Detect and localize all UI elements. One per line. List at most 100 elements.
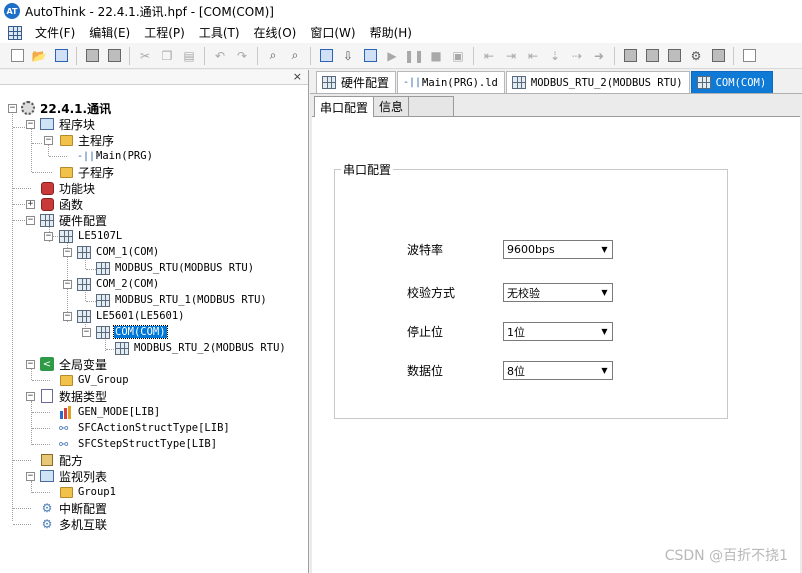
data-bits-select[interactable]: 8位 ▼ bbox=[503, 361, 613, 380]
menu-online[interactable]: 在线(O) bbox=[247, 24, 304, 41]
tree-collapse-toggle[interactable]: − bbox=[44, 232, 53, 241]
breakpoint-icon[interactable]: ⇣ bbox=[546, 47, 564, 65]
next-icon[interactable]: ➜ bbox=[590, 47, 608, 65]
tree-node-multi-machine[interactable]: ⚙ 多机互联 bbox=[39, 516, 108, 532]
tree-node-com1[interactable]: COM_1(COM) bbox=[76, 244, 160, 260]
menu-window[interactable]: 窗口(W) bbox=[303, 24, 362, 41]
tree-expand-toggle[interactable]: + bbox=[26, 200, 35, 209]
replace-icon[interactable]: ⌕ bbox=[286, 47, 304, 65]
tree-node-modbus-rtu[interactable]: MODBUS_RTU(MODBUS RTU) bbox=[95, 260, 255, 276]
step-out-icon[interactable]: ⇤ bbox=[524, 47, 542, 65]
watermark-text: CSDN @百折不挠1 bbox=[664, 548, 788, 564]
copy-icon[interactable]: ❐ bbox=[158, 47, 176, 65]
tree-node-main-prg[interactable]: -||- Main(PRG) bbox=[76, 148, 154, 164]
tree-node-main-program[interactable]: 主程序 bbox=[58, 132, 115, 148]
download-icon[interactable]: ⇩ bbox=[339, 47, 357, 65]
tree-node-le5601[interactable]: LE5601(LE5601) bbox=[76, 308, 186, 324]
window-menu-icon[interactable] bbox=[8, 25, 22, 40]
recipe-icon bbox=[39, 452, 55, 468]
tree-node-recipe[interactable]: 配方 bbox=[39, 452, 84, 468]
stop-bits-select[interactable]: 1位 ▼ bbox=[503, 322, 613, 341]
tree-collapse-toggle[interactable]: − bbox=[63, 312, 72, 321]
tree-collapse-toggle[interactable]: − bbox=[26, 360, 35, 369]
tree-node-sfc-action[interactable]: ⚯ SFCActionStructType[LIB] bbox=[58, 420, 231, 436]
monitor-icon[interactable] bbox=[740, 47, 758, 65]
tree-node-watch-list[interactable]: 监视列表 bbox=[39, 468, 108, 484]
tree-node-sfc-step[interactable]: ⚯ SFCStepStructType[LIB] bbox=[58, 436, 218, 452]
redo-icon[interactable]: ↷ bbox=[233, 47, 251, 65]
step-into-icon[interactable]: ⇤ bbox=[480, 47, 498, 65]
hardware-icon bbox=[321, 75, 337, 91]
tree-node-com-selected[interactable]: COM(COM) bbox=[95, 324, 168, 340]
tree-collapse-toggle[interactable]: − bbox=[82, 328, 91, 337]
tree-node-sub-program[interactable]: 子程序 bbox=[58, 164, 115, 180]
print-preview-icon[interactable] bbox=[105, 47, 123, 65]
tree-collapse-toggle[interactable]: − bbox=[44, 136, 53, 145]
tree-collapse-toggle[interactable]: − bbox=[8, 104, 17, 113]
hardware-icon bbox=[58, 228, 74, 244]
tree-node-function[interactable]: 函数 bbox=[39, 196, 84, 212]
tree-node-label: GV_Group bbox=[78, 374, 129, 386]
tree-node-label: Group1 bbox=[78, 486, 116, 498]
paste-icon[interactable]: ▤ bbox=[180, 47, 198, 65]
find-icon[interactable]: ⌕ bbox=[264, 47, 282, 65]
save-icon[interactable] bbox=[52, 47, 70, 65]
project-tree-header: × bbox=[0, 70, 308, 85]
tree-node-root[interactable]: 22.4.1.通讯 bbox=[20, 100, 112, 116]
tree-collapse-toggle[interactable]: − bbox=[63, 248, 72, 257]
tree-node-modbus-rtu-1[interactable]: MODBUS_RTU_1(MODBUS RTU) bbox=[95, 292, 268, 308]
tab-serial-config[interactable]: 串口配置 bbox=[314, 96, 375, 117]
cut-icon[interactable]: ✂ bbox=[136, 47, 154, 65]
tab-info[interactable]: 信息 bbox=[373, 96, 410, 116]
window-layout-4-icon[interactable] bbox=[709, 47, 727, 65]
tree-node-hardware-config[interactable]: 硬件配置 bbox=[39, 212, 108, 228]
pause-icon[interactable]: ❚❚ bbox=[404, 47, 424, 65]
window-layout-3-icon[interactable] bbox=[665, 47, 683, 65]
close-panel-icon[interactable]: × bbox=[293, 70, 302, 83]
tree-collapse-toggle[interactable]: − bbox=[63, 280, 72, 289]
stop-icon[interactable]: ■ bbox=[427, 47, 445, 65]
parity-select[interactable]: 无校验 ▼ bbox=[503, 283, 613, 302]
tree-collapse-toggle[interactable]: − bbox=[26, 216, 35, 225]
settings-gear-icon[interactable]: ⚙ bbox=[687, 47, 705, 65]
online-icon[interactable] bbox=[361, 47, 379, 65]
window-layout-2-icon[interactable] bbox=[643, 47, 661, 65]
tab-main-prg[interactable]: -||- Main(PRG).ld bbox=[397, 71, 505, 93]
tree-collapse-toggle[interactable]: − bbox=[26, 120, 35, 129]
undo-icon[interactable]: ↶ bbox=[211, 47, 229, 65]
tab-hardware-config[interactable]: 硬件配置 bbox=[316, 71, 397, 93]
open-folder-icon[interactable]: 📂 bbox=[30, 47, 48, 65]
menu-project[interactable]: 工程(P) bbox=[137, 24, 192, 41]
window-layout-1-icon[interactable] bbox=[621, 47, 639, 65]
tab-modbus-rtu-2[interactable]: MODBUS_RTU_2(MODBUS RTU) bbox=[505, 71, 690, 93]
tree-node-group1[interactable]: Group1 bbox=[58, 484, 117, 500]
tree-collapse-toggle[interactable]: − bbox=[26, 392, 35, 401]
gear-icon bbox=[20, 100, 36, 116]
new-file-icon[interactable] bbox=[8, 47, 26, 65]
tree-node-function-block[interactable]: 功能块 bbox=[39, 180, 96, 196]
tree-node-com2[interactable]: COM_2(COM) bbox=[76, 276, 160, 292]
tree-node-global-vars[interactable]: < 全局变量 bbox=[39, 356, 108, 372]
menu-file[interactable]: 文件(F) bbox=[28, 24, 82, 41]
print-icon[interactable] bbox=[83, 47, 101, 65]
tree-node-le5107l[interactable]: LE5107L bbox=[58, 228, 123, 244]
tree-node-data-types[interactable]: 数据类型 bbox=[39, 388, 108, 404]
reset-icon[interactable]: ▣ bbox=[449, 47, 467, 65]
menu-help[interactable]: 帮助(H) bbox=[363, 24, 419, 41]
tab-com-active[interactable]: COM(COM) bbox=[690, 71, 774, 93]
run-icon[interactable]: ▶ bbox=[383, 47, 401, 65]
menu-edit[interactable]: 编辑(E) bbox=[82, 24, 137, 41]
compile-icon[interactable] bbox=[317, 47, 335, 65]
menu-tools[interactable]: 工具(T) bbox=[192, 24, 247, 41]
toolbar-separator bbox=[733, 46, 734, 65]
tree-node-gen-mode[interactable]: GEN_MODE[LIB] bbox=[58, 404, 161, 420]
step-over-icon[interactable]: ⇥ bbox=[502, 47, 520, 65]
tree-node-modbus-rtu-2[interactable]: MODBUS_RTU_2(MODBUS RTU) bbox=[114, 340, 287, 356]
clear-breakpoint-icon[interactable]: ⇢ bbox=[568, 47, 586, 65]
tree-collapse-toggle[interactable]: − bbox=[26, 472, 35, 481]
tree-node-label: SFCActionStructType[LIB] bbox=[78, 422, 230, 434]
tree-node-interrupt-config[interactable]: ⚙ 中断配置 bbox=[39, 500, 108, 516]
baud-rate-select[interactable]: 9600bps ▼ bbox=[503, 240, 613, 259]
tree-node-program-block[interactable]: 程序块 bbox=[39, 116, 96, 132]
tree-node-gv-group[interactable]: GV_Group bbox=[58, 372, 130, 388]
